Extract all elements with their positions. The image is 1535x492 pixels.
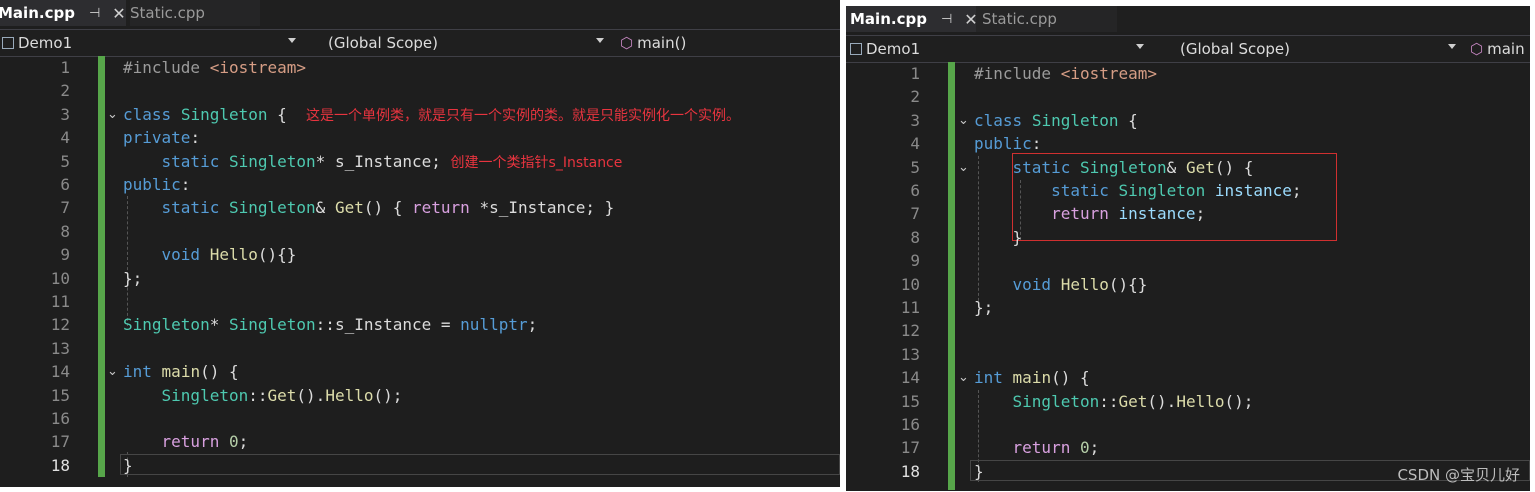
line-number: 8 — [910, 227, 920, 247]
line-number: 15 — [50, 385, 70, 405]
navigation-bar: Demo1 (Global Scope) ⬡ main — [846, 35, 1530, 63]
tab-main-cpp[interactable]: Main.cpp ⊣ ✕ — [0, 0, 126, 26]
line-number: 1 — [60, 58, 70, 77]
line-number: 9 — [910, 251, 920, 271]
project-dropdown[interactable]: Demo1 — [850, 36, 1146, 62]
dropdown-caret-icon — [288, 38, 296, 43]
member-icon: ⬡ — [620, 34, 634, 52]
scope-dropdown[interactable]: (Global Scope) — [328, 30, 608, 56]
line-number: 17 — [50, 432, 70, 452]
line-number: 5 — [60, 151, 70, 171]
line-number: 11 — [900, 298, 920, 317]
member-dropdown[interactable]: ⬡ main() — [620, 30, 840, 56]
change-indicator-bar — [98, 56, 105, 477]
line-number: 16 — [900, 415, 920, 434]
scope-label: (Global Scope) — [328, 34, 439, 52]
dropdown-caret-icon — [1448, 44, 1456, 49]
left-editor-panel: Main.cpp ⊣ ✕ Static.cpp Demo1 (Global Sc… — [0, 0, 840, 487]
line-number: 5 — [910, 157, 920, 177]
line-number: 13 — [900, 344, 920, 364]
code-text: #include <iostream> class Singleton { 这是… — [123, 58, 741, 475]
project-icon — [2, 37, 14, 49]
line-number: 9 — [60, 245, 70, 265]
pin-icon[interactable]: ⊣ — [89, 6, 100, 21]
project-label: Demo1 — [18, 34, 73, 52]
member-dropdown[interactable]: ⬡ main — [1470, 36, 1530, 62]
scope-dropdown[interactable]: (Global Scope) — [1180, 36, 1460, 62]
line-number: 2 — [910, 87, 920, 107]
dropdown-caret-icon — [1136, 44, 1144, 49]
line-number: 10 — [900, 274, 920, 294]
line-number: 10 — [50, 268, 70, 288]
dropdown-caret-icon — [596, 38, 604, 43]
line-number: 3 — [60, 104, 70, 124]
line-number: 8 — [60, 221, 70, 241]
line-number: 1 — [910, 64, 920, 83]
line-number: 16 — [50, 409, 70, 428]
tab-label: Static.cpp — [130, 4, 205, 22]
line-number: 4 — [60, 128, 70, 148]
fold-chevron-icon[interactable]: ⌄ — [958, 156, 969, 179]
watermark: CSDN @宝贝儿好 — [1397, 466, 1520, 484]
current-line-highlight — [120, 454, 840, 475]
tab-bar: Main.cpp ⊣ ✕ Static.cpp — [0, 0, 840, 26]
annotation-text: 创建一个类指针s_Instance — [450, 154, 623, 171]
tab-label: Main.cpp — [0, 4, 75, 22]
tab-label: Static.cpp — [982, 10, 1057, 28]
code-text: #include <iostream> class Singleton { pu… — [974, 64, 1302, 481]
line-number: 3 — [910, 110, 920, 130]
tab-label: Main.cpp — [850, 10, 927, 28]
line-number: 14 — [50, 362, 70, 382]
tab-static-cpp[interactable]: Static.cpp — [976, 6, 1117, 32]
change-indicator-bar — [948, 62, 955, 490]
fold-chevron-icon[interactable]: ⌄ — [958, 366, 969, 389]
line-number: 15 — [900, 391, 920, 411]
line-number: 13 — [50, 338, 70, 358]
tab-bar: Main.cpp ⊣ ✕ Static.cpp — [846, 6, 1530, 32]
project-label: Demo1 — [866, 40, 921, 58]
line-number: 7 — [60, 198, 70, 218]
line-number: 18 — [900, 461, 920, 481]
fold-chevron-icon[interactable]: ⌄ — [107, 103, 118, 126]
line-number: 11 — [50, 292, 70, 311]
line-number: 12 — [50, 315, 70, 335]
right-editor-panel: Main.cpp ⊣ ✕ Static.cpp Demo1 (Global Sc… — [846, 6, 1530, 491]
line-number: 14 — [900, 368, 920, 388]
line-number: 17 — [900, 438, 920, 458]
member-label: main() — [637, 34, 687, 52]
line-number: 12 — [900, 321, 920, 341]
pin-icon[interactable]: ⊣ — [941, 12, 952, 27]
line-number: 6 — [60, 175, 70, 194]
line-number: 7 — [910, 204, 920, 224]
navigation-bar: Demo1 (Global Scope) ⬡ main() — [0, 29, 840, 57]
line-number: 4 — [910, 134, 920, 154]
member-icon: ⬡ — [1470, 40, 1484, 58]
scope-label: (Global Scope) — [1180, 40, 1291, 58]
code-editor[interactable]: 1 2 3 4 5 6 7 8 9 10 11 12 13 14 15 16 1… — [846, 62, 1530, 491]
member-label: main — [1487, 40, 1525, 58]
project-dropdown[interactable]: Demo1 — [2, 30, 300, 56]
project-icon — [850, 43, 862, 55]
fold-chevron-icon[interactable]: ⌄ — [107, 360, 118, 383]
tab-main-cpp[interactable]: Main.cpp ⊣ ✕ — [846, 6, 978, 32]
line-number: 6 — [910, 181, 920, 200]
fold-chevron-icon[interactable]: ⌄ — [958, 109, 969, 132]
line-number: 2 — [60, 81, 70, 101]
tab-static-cpp[interactable]: Static.cpp — [130, 0, 260, 26]
line-number: 18 — [50, 455, 70, 475]
annotation-text: 这是一个单例类，就是只有一个实例的类。就是只能实例化一个实例。 — [306, 107, 741, 124]
close-icon[interactable]: ✕ — [112, 4, 125, 23]
code-editor[interactable]: 1 2 3 4 5 6 7 8 9 10 11 12 13 14 15 16 1… — [0, 56, 840, 487]
